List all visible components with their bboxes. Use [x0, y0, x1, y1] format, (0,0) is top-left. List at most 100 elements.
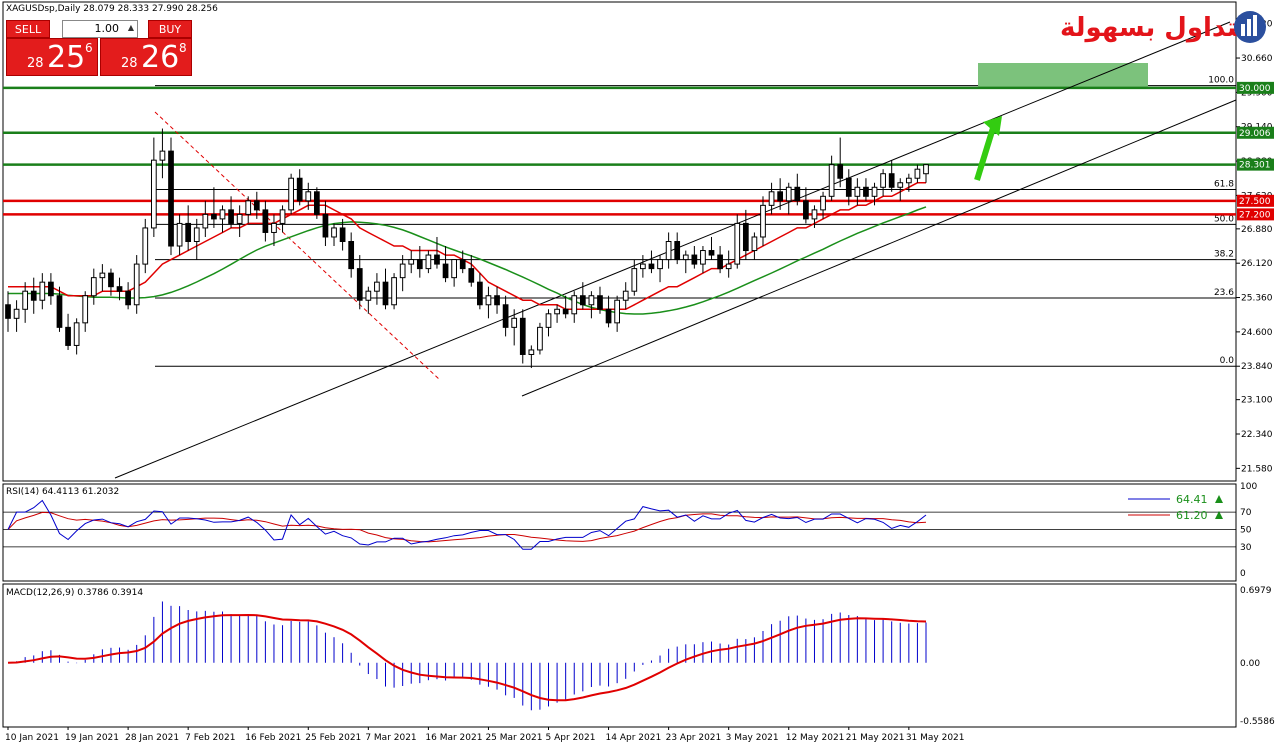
- level-tag-27.500: 27.500: [1239, 197, 1271, 207]
- fib-level-label: 50.0: [1214, 214, 1234, 224]
- candle-body: [296, 177, 303, 202]
- candle-body: [245, 200, 252, 215]
- candle-body: [511, 317, 518, 328]
- candle-body: [682, 254, 689, 261]
- date-tick-label: 14 Apr 2021: [606, 733, 662, 743]
- brand-logo-text: التداول بسهولة: [1060, 13, 1257, 43]
- candle-body: [622, 290, 629, 301]
- candle-body: [502, 304, 509, 328]
- buy-price[interactable]: 28 26 8: [100, 38, 192, 76]
- fib-level-label: 100.0: [1208, 76, 1234, 86]
- candle-body: [905, 177, 912, 184]
- candle-body: [99, 272, 106, 279]
- candle-body: [597, 295, 603, 310]
- candle-body: [708, 250, 715, 256]
- date-tick-label: 10 Jan 2021: [5, 733, 59, 743]
- rsi-axis-label: 0: [1240, 569, 1246, 579]
- buy-button[interactable]: BUY: [148, 20, 192, 38]
- candle-body: [923, 164, 929, 175]
- candle-body: [314, 191, 320, 215]
- channel-upper-line: [114, 21, 1231, 479]
- candle-body: [751, 236, 758, 252]
- candle-body: [459, 259, 466, 270]
- candle-body: [288, 177, 294, 211]
- candle-body: [579, 295, 586, 306]
- candle-body: [185, 222, 192, 243]
- date-tick-label: 31 May 2021: [906, 733, 965, 743]
- candle-body: [236, 213, 243, 224]
- candle-body: [468, 268, 475, 283]
- candle-body: [39, 281, 46, 301]
- candle-body: [142, 227, 149, 265]
- level-tag-29.006: 29.006: [1239, 129, 1271, 139]
- candle-body: [339, 227, 346, 242]
- candle-body: [133, 263, 140, 306]
- candle-body: [159, 150, 166, 161]
- candle-body: [854, 186, 861, 197]
- candle-body: [434, 254, 440, 265]
- price-tick-label: 26.120: [1241, 259, 1273, 269]
- candle-body: [794, 186, 801, 202]
- candle-body: [374, 281, 380, 292]
- candle-body: [828, 164, 835, 197]
- candle-body: [451, 259, 457, 279]
- candle-body: [108, 272, 114, 288]
- sell-price[interactable]: 28 25 6: [6, 38, 98, 76]
- candle-body: [90, 277, 97, 297]
- level-tag-27.200: 27.200: [1239, 210, 1271, 220]
- candle-body: [648, 263, 655, 270]
- candle-body: [425, 254, 432, 270]
- candle-body: [820, 195, 826, 211]
- sell-price-sup: 6: [85, 41, 93, 55]
- candle-body: [691, 254, 698, 265]
- candle-body: [228, 209, 234, 224]
- candle-body: [30, 290, 37, 301]
- rsi-signal-legend-value: 61.20: [1176, 509, 1208, 522]
- price-tick-label: 25.360: [1241, 294, 1273, 304]
- candle-body: [640, 263, 646, 270]
- date-tick-label: 7 Feb 2021: [185, 733, 235, 743]
- candle-body: [348, 241, 355, 270]
- candle-body: [331, 227, 337, 238]
- candle-body: [211, 213, 217, 220]
- candle-body: [657, 259, 663, 270]
- candle-body: [768, 191, 775, 206]
- candle-body: [202, 213, 209, 229]
- lot-increase-button[interactable]: ▲: [124, 20, 138, 36]
- candle-body: [554, 308, 560, 315]
- date-tick-label: 5 Apr 2021: [546, 733, 596, 743]
- macd-axis-label: 0.00: [1240, 659, 1260, 669]
- candle-body: [562, 308, 569, 315]
- rsi-legend-value: 64.41: [1176, 493, 1208, 506]
- macd-title: MACD(12,26,9) 0.3786 0.3914: [6, 588, 143, 598]
- candle-body: [442, 263, 449, 279]
- candle-body: [897, 182, 904, 188]
- candle-body: [150, 159, 157, 229]
- candle-body: [734, 222, 741, 265]
- level-tag-28.301: 28.301: [1239, 161, 1271, 171]
- candle-body: [48, 281, 54, 297]
- candle-body: [416, 259, 423, 270]
- buy-price-big: 26: [141, 40, 180, 75]
- sell-button[interactable]: SELL: [6, 20, 50, 38]
- buy-price-small: 28: [121, 56, 138, 71]
- candle-body: [760, 204, 766, 238]
- candle-body: [863, 186, 869, 197]
- date-tick-label: 21 May 2021: [846, 733, 905, 743]
- candle-body: [665, 241, 672, 261]
- date-tick-label: 28 Jan 2021: [125, 733, 179, 743]
- rsi-title: RSI(14) 64.4113 61.2032: [6, 487, 119, 497]
- candle-body: [837, 164, 844, 179]
- candle-body: [631, 268, 638, 292]
- target-zone: [978, 63, 1148, 88]
- date-tick-label: 7 Mar 2021: [365, 733, 416, 743]
- candle-body: [700, 250, 706, 265]
- chart-canvas: 31.42030.66029.90029.14028.38027.62026.8…: [2, 1, 1275, 743]
- rsi-axis-label: 50: [1240, 526, 1252, 536]
- candle-body: [477, 281, 483, 306]
- candle-body: [785, 186, 792, 202]
- rsi-signal-line: [7, 511, 927, 543]
- candle-body: [322, 213, 329, 238]
- candle-body: [116, 286, 123, 292]
- date-tick-label: 12 May 2021: [786, 733, 845, 743]
